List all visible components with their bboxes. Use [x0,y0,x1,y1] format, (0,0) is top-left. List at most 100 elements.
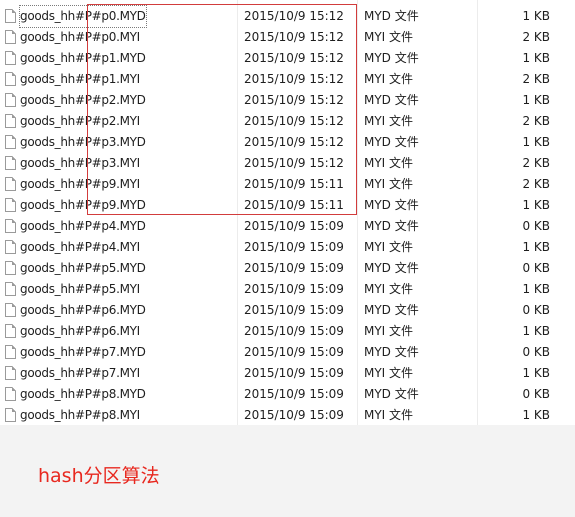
file-row[interactable]: goods_hh#P#p9.MYI 2015/10/9 15:11 MYI 文件 2 … [0,174,575,195]
file-size: 1 KB [522,324,550,338]
file-size: 1 KB [522,93,550,107]
document-file-icon [5,114,16,128]
file-date-modified: 2015/10/9 15:12 [244,72,344,86]
file-size: 0 KB [522,345,550,359]
file-row[interactable]: goods_hh#P#p3.MYD 2015/10/9 15:12 MYD 文件 1 … [0,132,575,153]
file-row[interactable]: goods_hh#P#p5.MYI 2015/10/9 15:09 MYI 文件 1 … [0,279,575,300]
document-file-icon [5,282,16,296]
file-row[interactable]: goods_hh#P#p5.MYD 2015/10/9 15:09 MYD 文件 0 … [0,258,575,279]
document-file-icon [5,303,16,317]
document-file-icon [5,72,16,86]
file-row[interactable]: goods_hh#P#p2.MYI 2015/10/9 15:12 MYI 文件 2 … [0,111,575,132]
file-row[interactable]: goods_hh#P#p1.MYD 2015/10/9 15:12 MYD 文件 1 … [0,48,575,69]
file-row[interactable]: goods_hh#P#p9.MYD 2015/10/9 15:11 MYD 文件 1 … [0,195,575,216]
file-date-modified: 2015/10/9 15:09 [244,261,344,275]
file-row[interactable]: goods_hh#P#p0.MYI 2015/10/9 15:12 MYI 文件 2 … [0,27,575,48]
file-type: MYD 文件 [364,387,419,401]
file-size: 1 KB [522,282,550,296]
file-type: MYD 文件 [364,198,419,212]
document-file-icon [5,93,16,107]
file-type: MYI 文件 [364,156,414,170]
file-size: 0 KB [522,261,550,275]
file-type: MYI 文件 [364,408,414,422]
file-date-modified: 2015/10/9 15:09 [244,324,344,338]
file-size: 2 KB [522,114,550,128]
document-file-icon [5,51,16,65]
file-row[interactable]: goods_hh#P#p7.MYI 2015/10/9 15:09 MYI 文件 1 … [0,363,575,384]
file-date-modified: 2015/10/9 15:09 [244,282,344,296]
file-list: goods_hh#P#p0.MYD 2015/10/9 15:12 MYD 文件 1 … [0,0,575,425]
file-type: MYI 文件 [364,366,414,380]
document-file-icon [5,366,16,380]
file-row[interactable]: goods_hh#P#p8.MYI 2015/10/9 15:09 MYI 文件 1 … [0,405,575,426]
document-file-icon [5,9,16,23]
file-date-modified: 2015/10/9 15:09 [244,219,344,233]
file-type: MYD 文件 [364,9,419,23]
file-type: MYI 文件 [364,240,414,254]
file-type: MYD 文件 [364,303,419,317]
file-name: goods_hh#P#p5.MYI [20,282,140,296]
document-file-icon [5,177,16,191]
file-size: 2 KB [522,72,550,86]
file-name: goods_hh#P#p6.MYI [20,324,140,338]
file-name: goods_hh#P#p9.MYI [20,177,140,191]
file-name: goods_hh#P#p0.MYD [19,5,147,28]
file-name: goods_hh#P#p0.MYI [20,30,140,44]
file-type: MYD 文件 [364,51,419,65]
file-date-modified: 2015/10/9 15:12 [244,30,344,44]
file-name: goods_hh#P#p9.MYD [20,198,146,212]
file-size: 1 KB [522,198,550,212]
file-row[interactable]: goods_hh#P#p1.MYI 2015/10/9 15:12 MYI 文件 2 … [0,69,575,90]
file-size: 0 KB [522,387,550,401]
file-date-modified: 2015/10/9 15:09 [244,366,344,380]
document-file-icon [5,387,16,401]
file-date-modified: 2015/10/9 15:12 [244,114,344,128]
file-row[interactable]: goods_hh#P#p4.MYD 2015/10/9 15:09 MYD 文件 0 … [0,216,575,237]
file-size: 1 KB [522,9,550,23]
file-type: MYI 文件 [364,282,414,296]
file-size: 1 KB [522,408,550,422]
document-file-icon [5,240,16,254]
file-type: MYD 文件 [364,261,419,275]
file-size: 2 KB [522,30,550,44]
file-date-modified: 2015/10/9 15:12 [244,51,344,65]
file-row[interactable]: goods_hh#P#p6.MYI 2015/10/9 15:09 MYI 文件 1 … [0,321,575,342]
file-row[interactable]: goods_hh#P#p3.MYI 2015/10/9 15:12 MYI 文件 2 … [0,153,575,174]
file-date-modified: 2015/10/9 15:12 [244,9,344,23]
file-type: MYD 文件 [364,219,419,233]
document-file-icon [5,345,16,359]
file-name: goods_hh#P#p8.MYD [20,387,146,401]
file-name: goods_hh#P#p4.MYD [20,219,146,233]
file-date-modified: 2015/10/9 15:11 [244,198,344,212]
file-date-modified: 2015/10/9 15:12 [244,135,344,149]
file-date-modified: 2015/10/9 15:09 [244,408,344,422]
document-file-icon [5,156,16,170]
file-date-modified: 2015/10/9 15:09 [244,345,344,359]
document-file-icon [5,408,16,422]
file-name: goods_hh#P#p1.MYI [20,72,140,86]
file-row[interactable]: goods_hh#P#p8.MYD 2015/10/9 15:09 MYD 文件 0 … [0,384,575,405]
file-name: goods_hh#P#p3.MYI [20,156,140,170]
file-name: goods_hh#P#p5.MYD [20,261,146,275]
document-file-icon [5,135,16,149]
file-size: 1 KB [522,135,550,149]
file-size: 2 KB [522,177,550,191]
file-date-modified: 2015/10/9 15:12 [244,156,344,170]
file-date-modified: 2015/10/9 15:09 [244,387,344,401]
file-row[interactable]: goods_hh#P#p0.MYD 2015/10/9 15:12 MYD 文件 1 … [0,5,575,28]
file-type: MYD 文件 [364,345,419,359]
file-row[interactable]: goods_hh#P#p2.MYD 2015/10/9 15:12 MYD 文件 1 … [0,90,575,111]
file-row[interactable]: goods_hh#P#p7.MYD 2015/10/9 15:09 MYD 文件 0 … [0,342,575,363]
file-size: 0 KB [522,219,550,233]
file-row[interactable]: goods_hh#P#p6.MYD 2015/10/9 15:09 MYD 文件 0 … [0,300,575,321]
file-size: 2 KB [522,156,550,170]
file-row[interactable]: goods_hh#P#p4.MYI 2015/10/9 15:09 MYI 文件 1 … [0,237,575,258]
document-file-icon [5,324,16,338]
caption-text: hash分区算法 [38,465,160,487]
file-name: goods_hh#P#p7.MYI [20,366,140,380]
file-name: goods_hh#P#p1.MYD [20,51,146,65]
file-name: goods_hh#P#p3.MYD [20,135,146,149]
file-size: 1 KB [522,366,550,380]
file-type: MYI 文件 [364,177,414,191]
file-type: MYI 文件 [364,114,414,128]
